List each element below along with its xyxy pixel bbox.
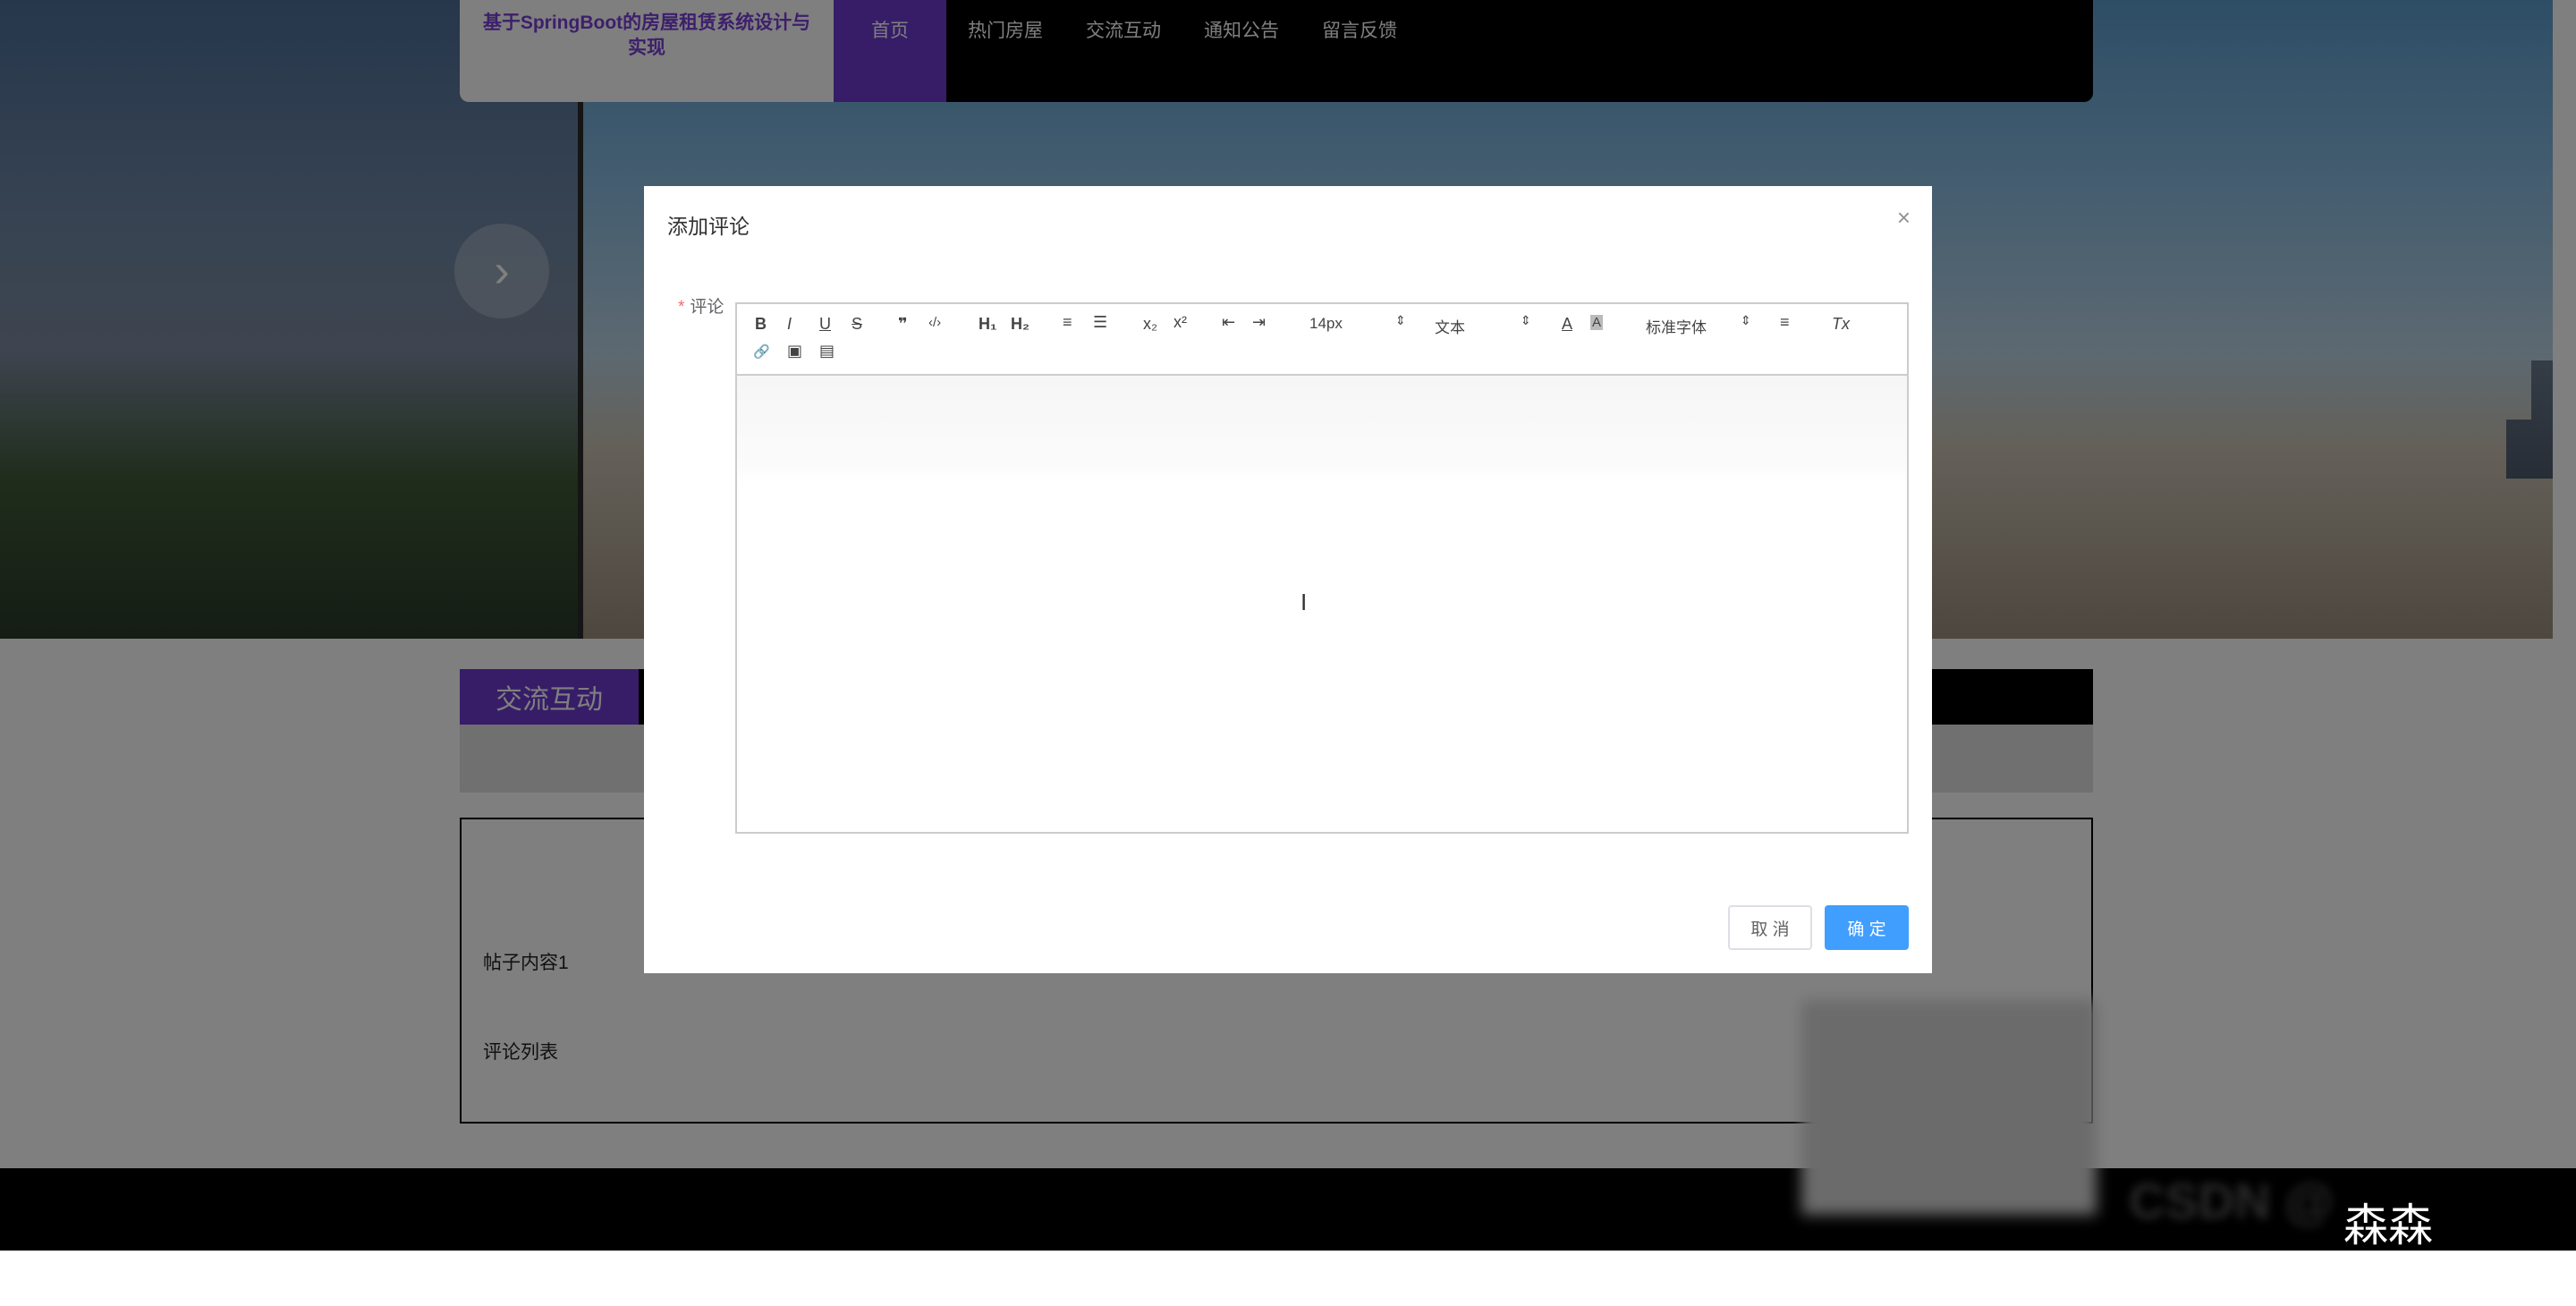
heading1-icon[interactable]: H₁ — [979, 315, 996, 334]
chevron-updown-icon[interactable]: ⇕ — [1521, 313, 1531, 328]
confirm-button[interactable]: 确 定 — [1825, 905, 1909, 950]
italic-icon[interactable]: I — [787, 315, 792, 334]
required-marker: * — [678, 298, 685, 317]
code-block-icon[interactable]: ‹/› — [928, 315, 941, 330]
header-select[interactable]: 文本 — [1435, 315, 1465, 337]
strikethrough-icon[interactable]: S — [852, 315, 862, 334]
add-comment-dialog: 添加评论 × * 评论 B I U S ❞ ‹/› H₁ H₂ ≡ ☰ x₂ x²… — [644, 186, 1932, 973]
indent-icon[interactable]: ⇥ — [1252, 313, 1266, 332]
cancel-button[interactable]: 取 消 — [1728, 905, 1812, 950]
clear-format-icon[interactable]: Tx — [1832, 315, 1850, 334]
chevron-updown-icon[interactable]: ⇕ — [1395, 313, 1406, 328]
page: › 基于SpringBoot的房屋租赁系统设计与实现 首页 热门房屋 交流互动 … — [0, 0, 2576, 1306]
font-size-select[interactable]: 14px — [1309, 315, 1343, 333]
text-cursor-icon: I — [1301, 589, 1308, 615]
font-color-icon[interactable]: A — [1562, 315, 1572, 334]
bullet-list-icon[interactable]: ☰ — [1093, 313, 1107, 332]
watermark: 森森coding — [2343, 1200, 2494, 1306]
font-family-select[interactable]: 标准字体 — [1646, 315, 1707, 337]
bold-icon[interactable]: B — [755, 315, 767, 334]
chevron-updown-icon[interactable]: ⇕ — [1741, 313, 1751, 328]
blockquote-icon[interactable]: ❞ — [898, 315, 908, 334]
background-color-icon[interactable]: A — [1590, 315, 1604, 330]
link-icon[interactable]: 🔗 — [753, 343, 770, 360]
editor-toolbar: B I U S ❞ ‹/› H₁ H₂ ≡ ☰ x₂ x² ⇤ ⇥ 14px ⇕… — [735, 302, 1909, 376]
comment-editor[interactable] — [735, 376, 1909, 834]
heading2-icon[interactable]: H₂ — [1011, 315, 1030, 334]
outdent-icon[interactable]: ⇤ — [1222, 313, 1235, 332]
dialog-title: 添加评论 — [667, 215, 750, 238]
comment-label-text: 评论 — [690, 298, 724, 317]
ordered-list-icon[interactable]: ≡ — [1063, 313, 1072, 332]
video-icon[interactable]: ▤ — [819, 342, 835, 360]
close-icon[interactable]: × — [1897, 204, 1911, 232]
align-icon[interactable]: ≡ — [1780, 313, 1790, 332]
underline-icon[interactable]: U — [819, 315, 831, 334]
superscript-icon[interactable]: x² — [1174, 313, 1187, 332]
image-icon[interactable]: ▣ — [787, 342, 802, 360]
subscript-icon[interactable]: x₂ — [1143, 315, 1157, 334]
comment-field-label: * 评论 — [678, 293, 724, 318]
